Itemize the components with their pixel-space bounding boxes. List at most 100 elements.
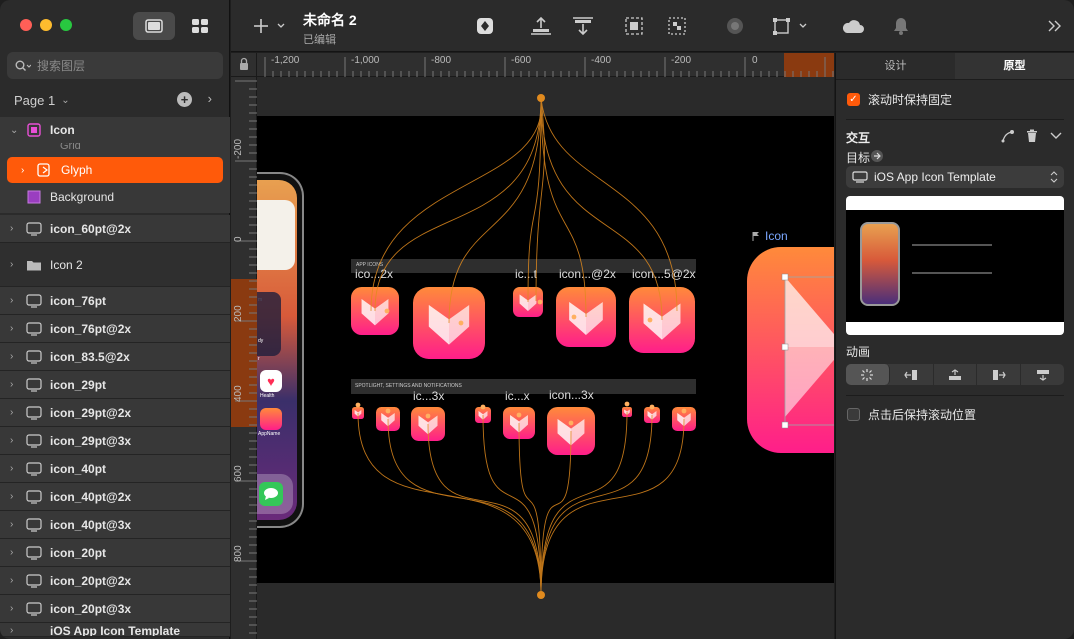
components-view-button[interactable] xyxy=(179,12,221,40)
rectangle-icon xyxy=(26,190,42,204)
animation-slide-left-option[interactable] xyxy=(890,364,934,385)
layer-icon-20pt[interactable]: › icon_20pt xyxy=(0,539,230,567)
zoom-window-button[interactable] xyxy=(60,19,72,31)
trash-icon[interactable] xyxy=(1026,129,1038,143)
layer-icon-2-group[interactable]: › Icon 2 xyxy=(0,243,230,287)
layer-icon-60pt-2x[interactable]: › icon_60pt@2x xyxy=(0,215,230,243)
artboard-icon xyxy=(26,433,42,448)
layer-label: Icon xyxy=(50,123,75,137)
disclosure-closed-icon[interactable]: › xyxy=(10,491,22,502)
layer-glyph[interactable]: › Glyph xyxy=(7,157,223,183)
disclosure-closed-icon[interactable]: › xyxy=(10,603,22,614)
disclosure-closed-icon[interactable]: › xyxy=(10,575,22,586)
horizontal-ruler[interactable]: -1,200 -1,000 -800 -600 -400 -200 0 xyxy=(257,53,834,77)
layer-icon-40pt[interactable]: › icon_40pt xyxy=(0,455,230,483)
disclosure-closed-icon[interactable]: › xyxy=(10,625,22,636)
boolean-button[interactable] xyxy=(723,14,747,38)
layer-icon-76pt[interactable]: › icon_76pt xyxy=(0,287,230,315)
document-title[interactable]: 未命名 2 已编辑 xyxy=(303,10,357,47)
disclosure-closed-icon[interactable]: › xyxy=(10,547,22,558)
align-bottom-button[interactable] xyxy=(529,14,553,38)
add-page-button[interactable]: + xyxy=(177,92,192,107)
layer-icon-20pt-2x[interactable]: › icon_20pt@2x xyxy=(0,567,230,595)
icon-label: icon...@2x xyxy=(559,267,616,281)
animation-slide-right-option[interactable] xyxy=(977,364,1022,385)
align-top-button[interactable] xyxy=(571,14,595,38)
layer-icon-artboard[interactable]: ⌄ Icon xyxy=(0,117,230,143)
layer-icon-29pt-2x[interactable]: › icon_29pt@2x xyxy=(0,399,230,427)
minimize-window-button[interactable] xyxy=(40,19,52,31)
combine-icon xyxy=(727,18,743,34)
layers-view-icon xyxy=(145,19,163,33)
plus-icon xyxy=(254,19,285,33)
layer-label: iOS App Icon Template xyxy=(50,624,181,637)
window-controls xyxy=(20,19,72,31)
layer-grid[interactable]: Grid xyxy=(0,143,230,155)
animation-slide-up-option[interactable] xyxy=(934,364,978,385)
disclosure-closed-icon[interactable]: › xyxy=(10,463,22,474)
insert-button[interactable] xyxy=(251,14,291,38)
fix-on-scroll-checkbox[interactable]: ✓ xyxy=(847,93,860,106)
cloud-icon xyxy=(842,20,864,33)
disclosure-closed-icon[interactable]: › xyxy=(10,295,22,306)
artboard-icon xyxy=(26,123,42,137)
cloud-button[interactable] xyxy=(839,14,867,38)
ios-app-icon-template-artboard[interactable] xyxy=(257,116,834,583)
disclosure-closed-icon[interactable]: › xyxy=(10,351,22,362)
vertical-ruler[interactable]: -200 0 200 400 600 800 xyxy=(231,77,257,639)
design-canvas[interactable]: -1,200 -1,000 -800 -600 -400 -200 0 -200… xyxy=(231,53,834,639)
layer-icon-40pt-3x[interactable]: › icon_40pt@3x xyxy=(0,511,230,539)
layer-ios-app-icon-template[interactable]: › iOS App Icon Template xyxy=(0,623,230,637)
layer-icon-29pt-3x[interactable]: › icon_29pt@3x xyxy=(0,427,230,455)
transform-button[interactable] xyxy=(771,14,813,38)
ruler-lock[interactable] xyxy=(231,53,257,77)
keep-scroll-row[interactable]: 点击后保持滚动位置 xyxy=(836,406,1074,423)
fix-on-scroll-row[interactable]: ✓ 滚动时保持固定 xyxy=(836,91,1074,108)
ruler-label: 200 xyxy=(233,305,244,322)
close-window-button[interactable] xyxy=(20,19,32,31)
symbol-button[interactable] xyxy=(473,14,497,38)
scale-button[interactable] xyxy=(622,14,646,38)
fix-on-scroll-label: 滚动时保持固定 xyxy=(868,93,953,107)
ruler-label: -1,000 xyxy=(351,55,380,66)
artboard-icon xyxy=(26,405,42,420)
animation-none-option[interactable] xyxy=(846,364,890,385)
layer-icon-40pt-2x[interactable]: › icon_40pt@2x xyxy=(0,483,230,511)
disclosure-closed-icon[interactable]: › xyxy=(21,165,33,176)
main-toolbar: 未命名 2 已编辑 xyxy=(231,0,1074,52)
layer-icon-83-5-2x[interactable]: › icon_83.5@2x xyxy=(0,343,230,371)
layer-icon-76pt-2x[interactable]: › icon_76pt@2x xyxy=(0,315,230,343)
expand-toolbar-button[interactable] xyxy=(1043,14,1067,38)
animation-slide-down-option[interactable] xyxy=(1021,364,1064,385)
search-input[interactable] xyxy=(37,58,207,73)
disclosure-open-icon[interactable]: ⌄ xyxy=(10,125,22,136)
layer-icon-29pt[interactable]: › icon_29pt xyxy=(0,371,230,399)
disclosure-closed-icon[interactable]: › xyxy=(10,519,22,530)
align-top-icon xyxy=(573,17,593,36)
layers-view-button[interactable] xyxy=(133,12,175,40)
tab-prototype[interactable]: 原型 xyxy=(955,53,1074,79)
disclosure-closed-icon[interactable]: › xyxy=(10,379,22,390)
keep-scroll-checkbox[interactable] xyxy=(847,408,860,421)
chevron-down-icon[interactable] xyxy=(1050,131,1062,141)
arrow-circle-icon[interactable] xyxy=(870,149,884,163)
preview-line xyxy=(912,244,992,246)
layer-icon-20pt-3x[interactable]: › icon_20pt@3x xyxy=(0,595,230,623)
disclosure-closed-icon[interactable]: › xyxy=(10,435,22,446)
chevron-right-icon[interactable]: › xyxy=(208,91,212,106)
disclosure-closed-icon[interactable]: › xyxy=(10,223,22,234)
target-select[interactable]: iOS App Icon Template xyxy=(846,166,1064,188)
notifications-button[interactable] xyxy=(889,14,913,38)
disclosure-closed-icon[interactable]: › xyxy=(10,259,22,270)
ruler-label: 800 xyxy=(233,545,244,562)
page-selector[interactable]: Page 1 ⌄ + › xyxy=(0,88,230,112)
disclosure-closed-icon[interactable]: › xyxy=(10,323,22,334)
disclosure-closed-icon[interactable]: › xyxy=(10,407,22,418)
folder-icon xyxy=(26,258,42,272)
edit-link-icon[interactable] xyxy=(1001,129,1015,143)
tab-design[interactable]: 设计 xyxy=(836,53,955,79)
mask-button[interactable] xyxy=(665,14,689,38)
layer-search[interactable] xyxy=(7,52,223,79)
speech-bubble-icon xyxy=(264,488,278,500)
layer-background[interactable]: Background xyxy=(0,183,230,211)
